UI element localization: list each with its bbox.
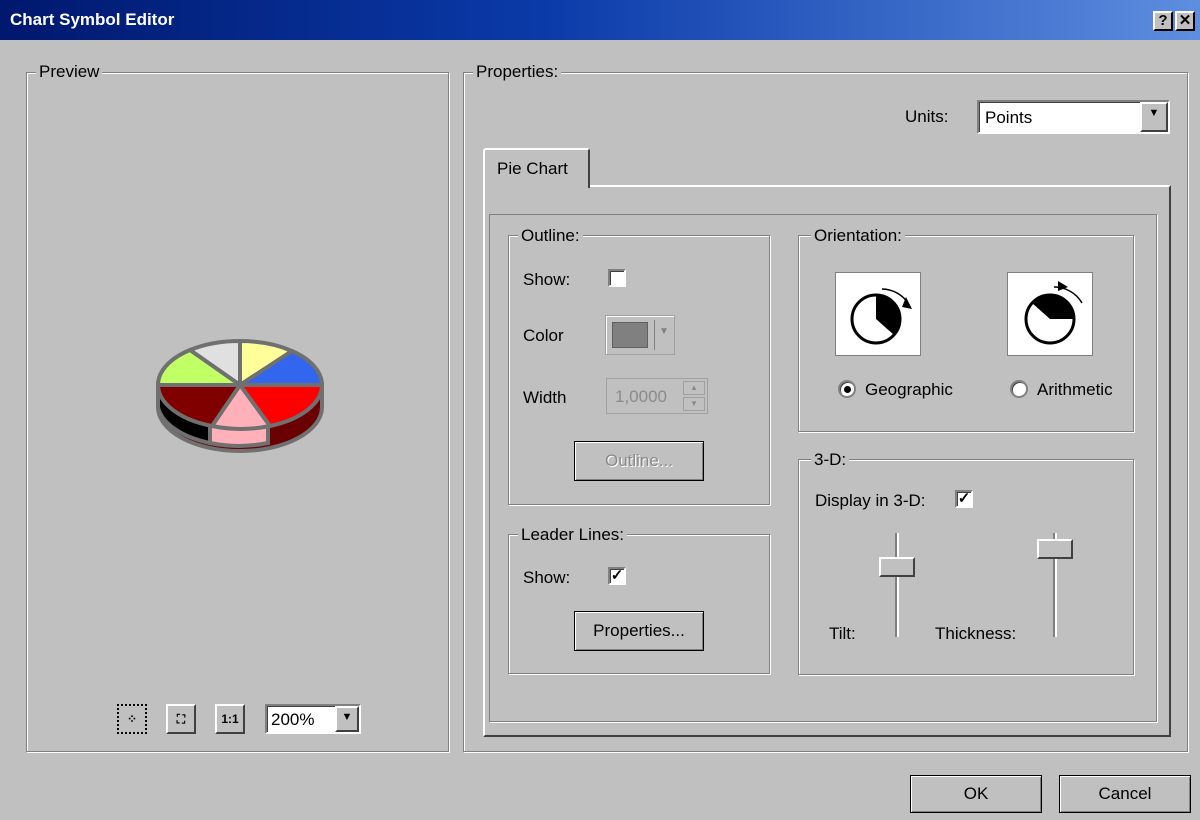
window-title: Chart Symbol Editor bbox=[10, 10, 175, 29]
geographic-orientation-icon[interactable] bbox=[835, 272, 921, 356]
spin-up-icon[interactable]: ▲ bbox=[683, 381, 705, 395]
tab-pie-chart[interactable]: Pie Chart bbox=[483, 148, 590, 188]
display-3d-label: Display in 3-D: bbox=[815, 491, 926, 510]
tilt-label: Tilt: bbox=[829, 624, 856, 643]
units-select[interactable]: Points ▼ bbox=[977, 100, 1170, 134]
geographic-radio[interactable] bbox=[838, 380, 856, 398]
title-bar bbox=[0, 0, 1200, 40]
arithmetic-orientation-icon[interactable] bbox=[1007, 272, 1093, 356]
outline-width-value: 1,0000 bbox=[615, 387, 667, 406]
outline-show-checkbox[interactable] bbox=[608, 269, 626, 287]
tab-pie-chart-label: Pie Chart bbox=[497, 159, 568, 178]
chevron-down-icon[interactable]: ▼ bbox=[1140, 102, 1168, 132]
preview-group-label: Preview bbox=[36, 62, 103, 82]
close-button[interactable]: ✕ bbox=[1175, 11, 1195, 31]
leader-lines-show-label: Show: bbox=[523, 568, 571, 587]
outline-color-label: Color bbox=[523, 326, 564, 345]
outline-group-label: Outline: bbox=[518, 226, 583, 246]
ok-button[interactable]: OK bbox=[910, 775, 1042, 813]
chevron-down-icon: ▼ bbox=[659, 326, 669, 337]
zoom-select[interactable]: 200% ▼ bbox=[265, 704, 361, 734]
units-label: Units: bbox=[905, 107, 949, 126]
arithmetic-radio[interactable] bbox=[1010, 380, 1028, 398]
three-d-group-label: 3-D: bbox=[811, 450, 850, 470]
geographic-label: Geographic bbox=[865, 380, 953, 399]
chevron-down-icon[interactable]: ▼ bbox=[335, 706, 359, 732]
spin-down-icon[interactable]: ▼ bbox=[683, 397, 705, 411]
leader-lines-group bbox=[508, 534, 770, 674]
outline-show-label: Show: bbox=[523, 270, 571, 289]
leader-lines-group-label: Leader Lines: bbox=[518, 525, 628, 545]
properties-group-label: Properties: bbox=[473, 62, 562, 82]
actual-size-icon[interactable]: 1:1 bbox=[215, 704, 245, 734]
display-3d-checkbox[interactable]: ✓ bbox=[955, 490, 973, 508]
zoom-select-value: 200% bbox=[271, 710, 315, 729]
arithmetic-label: Arithmetic bbox=[1037, 380, 1113, 399]
color-swatch bbox=[612, 322, 648, 348]
tilt-slider-thumb[interactable] bbox=[879, 557, 915, 577]
tilt-slider-track[interactable] bbox=[895, 533, 899, 637]
outline-width-label: Width bbox=[523, 388, 567, 407]
units-select-value: Points bbox=[985, 108, 1033, 127]
zoom-out-icon[interactable]: ⛶ bbox=[166, 704, 196, 734]
pie-chart-preview bbox=[155, 338, 325, 453]
leader-lines-show-checkbox[interactable]: ✓ bbox=[608, 567, 626, 585]
thickness-label: Thickness: bbox=[935, 624, 1017, 643]
zoom-in-icon[interactable]: ⁘ bbox=[117, 704, 147, 734]
outline-button[interactable]: Outline... bbox=[574, 441, 704, 481]
cancel-button[interactable]: Cancel bbox=[1059, 775, 1191, 813]
help-button[interactable]: ? bbox=[1153, 11, 1173, 31]
thickness-slider-thumb[interactable] bbox=[1037, 539, 1073, 559]
outline-width-spinner[interactable]: 1,0000 ▲ ▼ bbox=[606, 378, 708, 414]
orientation-group-label: Orientation: bbox=[811, 226, 905, 246]
leader-lines-properties-button[interactable]: Properties... bbox=[574, 611, 704, 651]
outline-color-picker[interactable]: ▼ bbox=[605, 315, 675, 355]
